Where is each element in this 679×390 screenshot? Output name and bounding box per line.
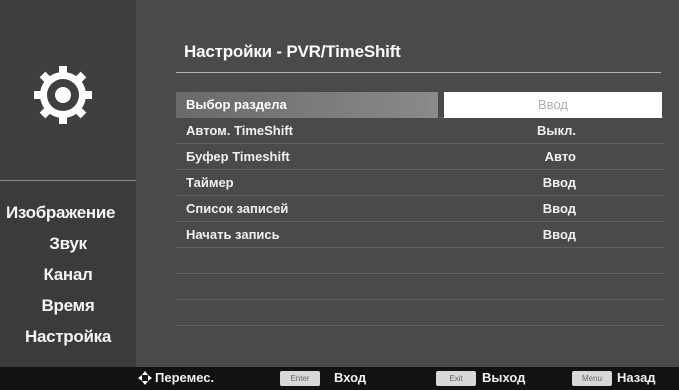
settings-row-timer[interactable]: Таймер Ввод [176,170,664,196]
row-value: Ввод [542,227,576,242]
enter-key-badge: Enter [280,371,320,386]
row-value-selected[interactable]: Ввод [444,92,662,118]
row-value: Ввод [542,175,576,190]
title-divider [176,72,661,73]
settings-row-auto-timeshift[interactable]: Автом. TimeShift Выкл. [176,118,664,144]
settings-row-start-recording[interactable]: Начать запись Ввод [176,222,664,248]
row-label: Таймер [186,175,234,190]
empty-row [176,274,664,300]
sidebar-item-image[interactable]: Изображение [0,198,136,229]
empty-row [176,248,664,274]
sidebar-item-sound[interactable]: Звук [0,229,136,260]
gear-icon [34,66,92,124]
exit-hint-label: Выход [482,370,526,385]
enter-hint-label: Вход [334,370,367,385]
settings-list: Выбор раздела Ввод Автом. TimeShift Выкл… [176,92,664,326]
empty-row [176,300,664,326]
exit-key-badge: Exit [436,371,476,386]
sidebar-item-channel[interactable]: Канал [0,260,136,291]
sidebar: Изображение Звук Канал Время Настройка [0,0,136,367]
row-label: Список записей [186,201,289,216]
row-value: Авто [544,149,576,164]
row-value: Ввод [542,201,576,216]
settings-row-partition[interactable]: Выбор раздела Ввод [176,92,664,118]
row-value: Выкл. [536,123,576,138]
settings-row-recordings-list[interactable]: Список записей Ввод [176,196,664,222]
row-label: Автом. TimeShift [186,123,294,138]
selection-arrow-icon [429,92,438,118]
settings-category-header [0,0,136,180]
move-hint-label: Перемес. [155,370,215,385]
sidebar-divider [0,180,136,181]
page-title: Настройки - PVR/TimeShift [184,42,401,61]
sidebar-menu: Изображение Звук Канал Время Настройка [0,198,136,353]
row-label: Начать запись [186,227,280,242]
row-label: Буфер Timeshift [186,149,290,164]
settings-panel: Настройки - PVR/TimeShift Выбор раздела … [136,0,679,367]
back-hint-label: Назад [617,370,656,385]
footer-hints: Перемес. Enter Вход Exit Выход Menu Наза… [0,367,679,390]
tv-settings-screen: Изображение Звук Канал Время Настройка Н… [0,0,679,390]
settings-row-timeshift-buffer[interactable]: Буфер Timeshift Авто [176,144,664,170]
sidebar-item-time[interactable]: Время [0,291,136,322]
sidebar-item-setup[interactable]: Настройка [0,322,136,353]
move-arrows-icon [138,371,152,385]
menu-key-badge: Menu [572,371,612,386]
row-label: Выбор раздела [186,97,287,112]
